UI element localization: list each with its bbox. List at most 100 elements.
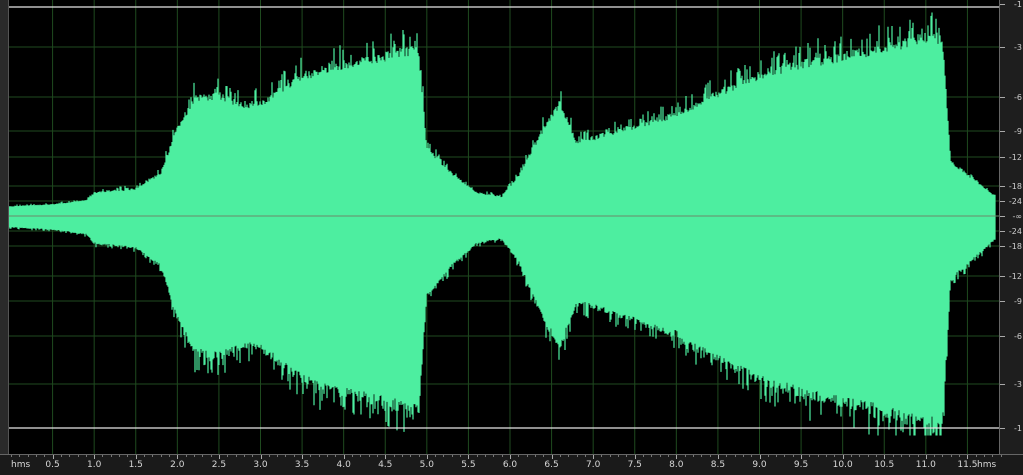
time-minor-tick <box>318 455 320 457</box>
time-minor-tick <box>618 455 620 457</box>
db-label-bottom: -24 <box>1008 227 1022 236</box>
track-left-border <box>0 0 9 454</box>
time-minor-tick <box>69 455 71 457</box>
time-tick-label: 1.5 <box>128 460 143 470</box>
time-minor-tick <box>77 455 79 457</box>
db-tick <box>1000 301 1005 302</box>
time-minor-tick <box>601 455 603 457</box>
time-tick-label: 9.5 <box>793 460 809 470</box>
db-label-top: -9 <box>1014 127 1022 136</box>
db-tick <box>1000 336 1005 337</box>
time-minor-tick <box>934 455 936 457</box>
time-minor-tick <box>485 455 487 457</box>
time-minor-tick <box>310 455 312 457</box>
time-tick-label: 6.5 <box>544 460 559 470</box>
time-tick-label: 2.5 <box>211 460 227 470</box>
time-tick-label: 1.0 <box>86 460 102 470</box>
time-minor-tick <box>817 455 819 457</box>
time-tick <box>884 455 886 459</box>
time-minor-tick <box>210 455 212 457</box>
waveform-display[interactable] <box>9 0 999 454</box>
time-minor-tick <box>144 455 146 457</box>
time-minor-tick <box>668 455 670 457</box>
time-minor-tick <box>193 455 195 457</box>
time-tick <box>593 455 595 459</box>
time-tick-label: 8.0 <box>669 460 684 470</box>
db-tick <box>1000 428 1005 429</box>
time-minor-tick <box>651 455 653 457</box>
time-tick-label: 4.0 <box>336 460 351 470</box>
time-tick <box>759 455 761 459</box>
time-tick-label: 2.0 <box>170 460 185 470</box>
time-minor-tick <box>27 455 29 457</box>
time-unit-label-left: hms <box>11 460 31 470</box>
time-minor-tick <box>859 455 861 457</box>
time-tick <box>801 455 803 459</box>
waveform-editor[interactable]: -1 -3 -6 -9 -12 -18 -24 -∞ -24 -18 -12 -9 -6 -3 -1 hms… <box>0 0 1023 475</box>
time-minor-tick <box>959 455 961 457</box>
time-minor-tick <box>376 455 378 457</box>
time-tick <box>925 455 927 459</box>
time-minor-tick <box>11 455 12 457</box>
time-tick <box>94 455 96 459</box>
time-minor-tick <box>576 455 578 457</box>
time-tick <box>468 455 470 459</box>
db-label-bottom: -6 <box>1014 332 1022 341</box>
time-tick <box>52 455 54 459</box>
db-label-bottom: -9 <box>1014 297 1022 306</box>
time-minor-tick <box>826 455 828 457</box>
time-minor-tick <box>451 455 453 457</box>
time-minor-tick <box>110 455 112 457</box>
time-minor-tick <box>559 455 561 457</box>
time-unit-label-right: hms <box>977 460 997 470</box>
time-minor-tick <box>809 455 811 457</box>
time-minor-tick <box>784 455 786 457</box>
db-tick <box>1000 97 1005 98</box>
time-tick-label: 5.0 <box>419 460 434 470</box>
time-minor-tick <box>169 455 171 457</box>
time-tick <box>676 455 678 459</box>
time-tick <box>302 455 304 459</box>
db-label-bottom: -12 <box>1008 272 1022 281</box>
time-tick <box>218 455 220 459</box>
time-tick <box>135 455 137 459</box>
db-ruler[interactable]: -1 -3 -6 -9 -12 -18 -24 -∞ -24 -18 -12 -9 -6 -3 -1 <box>999 0 1023 454</box>
time-tick <box>343 455 345 459</box>
time-minor-tick <box>85 455 87 457</box>
time-tick-label: 11.0 <box>915 460 936 470</box>
time-minor-tick <box>643 455 645 457</box>
time-minor-tick <box>751 455 753 457</box>
time-minor-tick <box>1000 455 1002 457</box>
db-label-top: -12 <box>1008 153 1022 162</box>
time-minor-tick <box>684 455 686 457</box>
time-minor-tick <box>360 455 362 457</box>
db-tick <box>1000 131 1005 132</box>
db-tick <box>1000 216 1005 217</box>
time-minor-tick <box>850 455 852 457</box>
time-minor-tick <box>942 455 944 457</box>
db-label-top: -6 <box>1014 93 1022 102</box>
time-minor-tick <box>335 455 337 457</box>
time-minor-tick <box>60 455 62 457</box>
db-label-top: -1 <box>1014 0 1022 9</box>
time-tick-label: 7.5 <box>627 460 642 470</box>
time-minor-tick <box>626 455 628 457</box>
time-minor-tick <box>277 455 279 457</box>
time-minor-tick <box>102 455 104 457</box>
time-minor-tick <box>992 455 994 457</box>
time-minor-tick <box>526 455 528 457</box>
time-tick-label: 9.0 <box>752 460 767 470</box>
time-tick-label: 3.5 <box>294 460 310 470</box>
time-minor-tick <box>268 455 270 457</box>
time-tick-label: 3.0 <box>253 460 268 470</box>
db-tick <box>1000 186 1005 187</box>
time-minor-tick <box>227 455 229 457</box>
time-tick <box>717 455 719 459</box>
time-minor-tick <box>867 455 869 457</box>
time-minor-tick <box>476 455 478 457</box>
time-minor-tick <box>202 455 204 457</box>
time-minor-tick <box>160 455 162 457</box>
time-ruler[interactable]: hms hms 0.5 1.0 1.5 2.0 2.5 3.0 3.5 4.0 4.5 5.0 5.… <box>0 454 1023 475</box>
db-label-bottom: -3 <box>1014 380 1022 389</box>
time-minor-tick <box>252 455 254 457</box>
